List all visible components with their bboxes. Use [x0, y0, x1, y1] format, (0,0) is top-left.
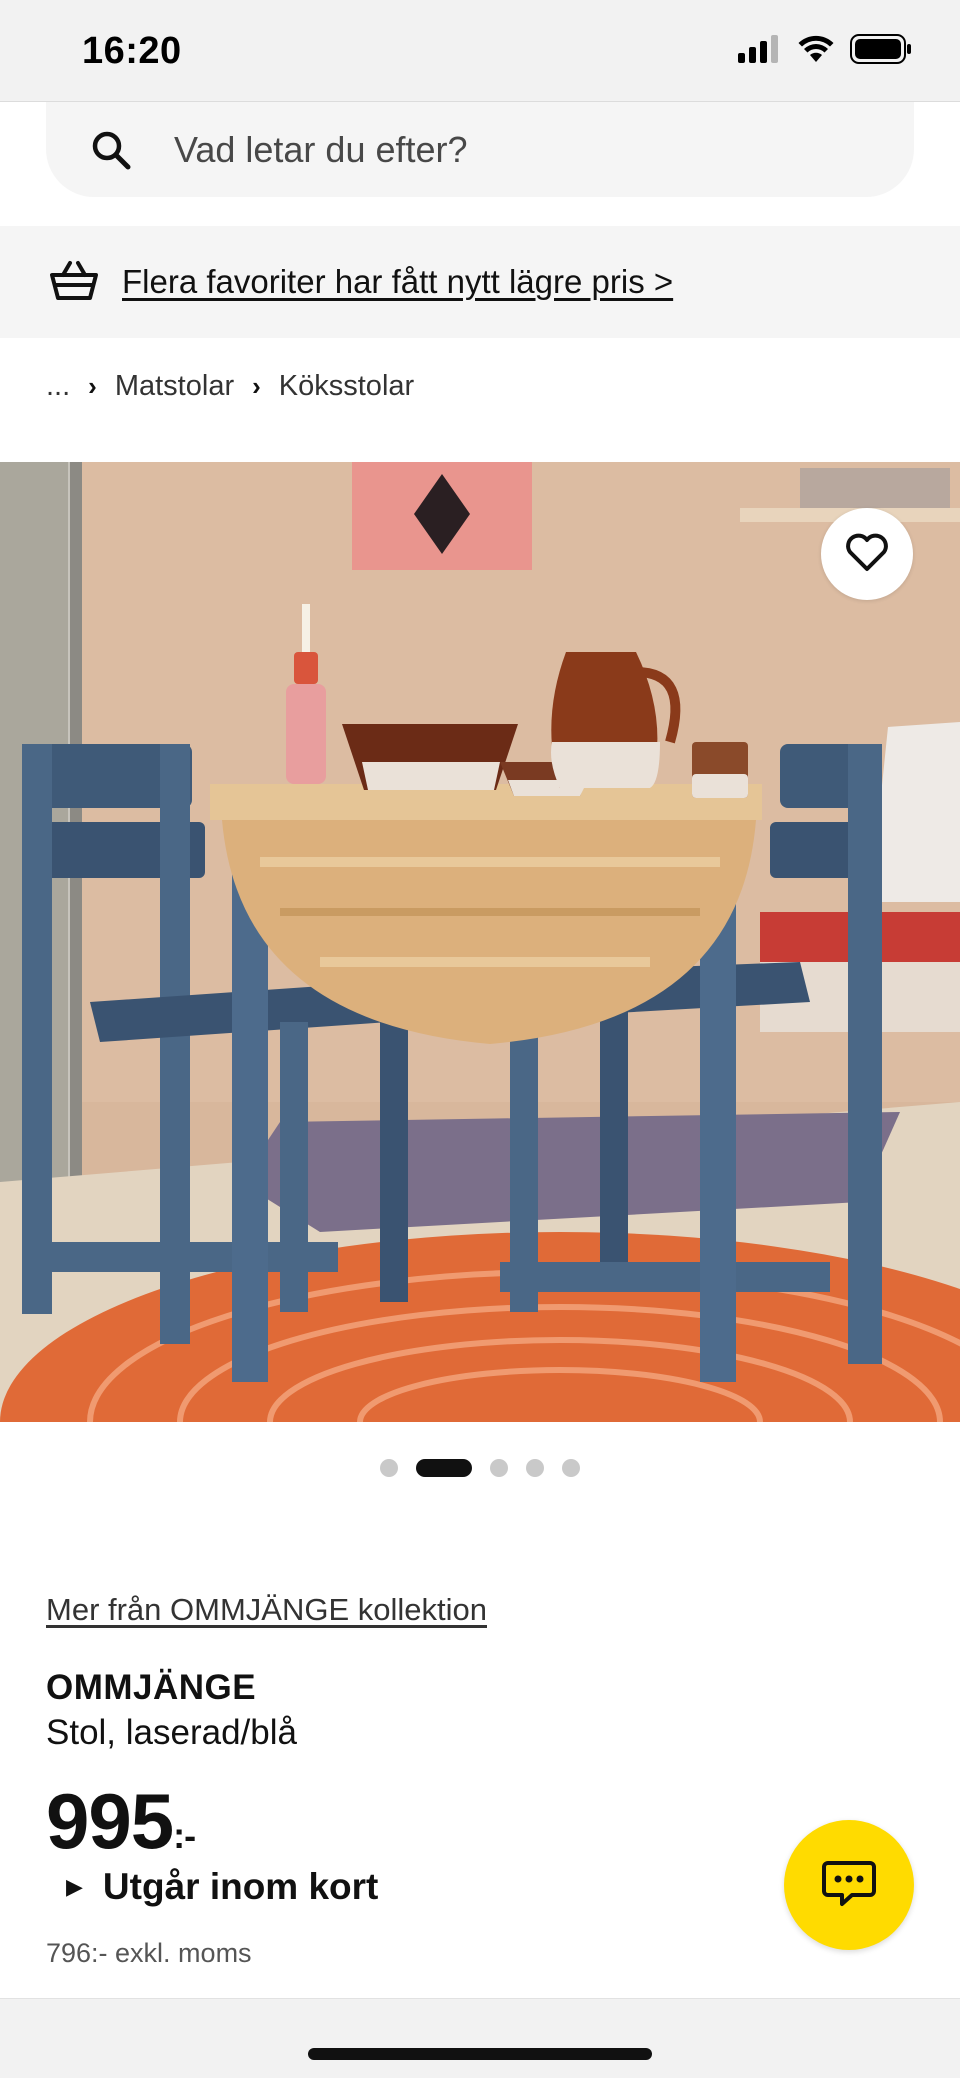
basket-icon	[48, 258, 100, 307]
home-indicator[interactable]	[308, 2048, 652, 2060]
price-suffix: :-	[173, 1815, 196, 1856]
chat-bubble-icon	[822, 1859, 876, 1912]
heart-icon	[845, 532, 889, 577]
breadcrumb: ... › Matstolar › Köksstolar	[46, 364, 414, 408]
stock-status-text: Utgår inom kort	[102, 1866, 379, 1907]
search-container: Vad letar du efter?	[0, 102, 960, 226]
product-image[interactable]	[0, 462, 960, 1422]
price-excl-vat: 796:- exkl. moms	[46, 1938, 252, 1968]
search-input[interactable]: Vad letar du efter?	[46, 102, 914, 197]
status-icons	[738, 34, 912, 69]
breadcrumb-item-matstolar[interactable]: Matstolar	[115, 370, 234, 403]
carousel-dot[interactable]	[380, 1459, 398, 1477]
promo-link[interactable]: Flera favoriter har fått nytt lägre pris…	[122, 263, 673, 301]
status-time: 16:20	[82, 30, 182, 72]
search-icon	[90, 126, 138, 174]
product-price: 995:-	[46, 1776, 196, 1867]
search-placeholder: Vad letar du efter?	[174, 128, 468, 170]
breadcrumb-separator: ›	[88, 370, 97, 401]
carousel-dot-active[interactable]	[416, 1459, 472, 1477]
carousel-indicator	[0, 1459, 960, 1477]
product-name: OMMJÄNGE	[46, 1668, 257, 1707]
promo-banner[interactable]: Flera favoriter har fått nytt lägre pris…	[0, 226, 960, 338]
wifi-icon	[798, 35, 834, 68]
carousel-dot[interactable]	[526, 1459, 544, 1477]
product-photo	[0, 462, 960, 1422]
breadcrumb-item-koksstolar[interactable]: Köksstolar	[279, 370, 414, 403]
cellular-signal-icon	[738, 35, 782, 68]
breadcrumb-separator: ›	[252, 370, 261, 401]
price-value: 995	[46, 1777, 174, 1865]
play-arrow-icon: ▶	[66, 1874, 83, 1899]
carousel-dot[interactable]	[562, 1459, 580, 1477]
collection-link[interactable]: Mer från OMMJÄNGE kollektion	[46, 1592, 487, 1628]
home-indicator-area	[0, 1998, 960, 2078]
stock-status[interactable]: ▶ Utgår inom kort	[66, 1866, 378, 1908]
breadcrumb-item-ellipsis[interactable]: ...	[46, 370, 70, 403]
favorite-button[interactable]	[821, 508, 913, 600]
battery-icon	[850, 34, 912, 69]
status-bar: 16:20	[0, 0, 960, 102]
carousel-dot[interactable]	[490, 1459, 508, 1477]
product-description: Stol, laserad/blå	[46, 1713, 297, 1752]
chat-button[interactable]	[784, 1820, 914, 1950]
